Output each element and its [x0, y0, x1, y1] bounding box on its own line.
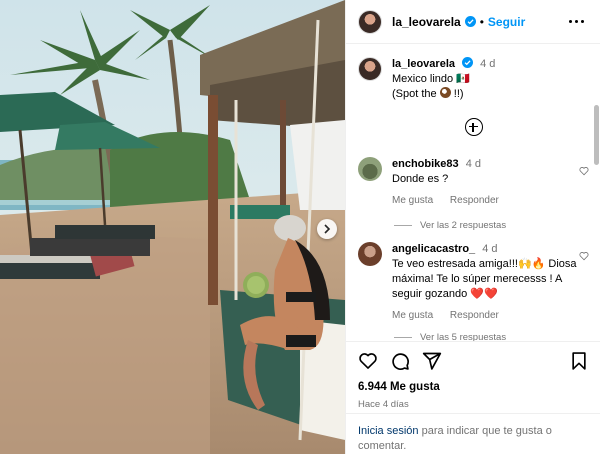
- view-replies-link[interactable]: Ver las 2 respuestas: [394, 220, 506, 231]
- comment-time: 4 d: [482, 243, 498, 255]
- post-caption: la_leovarela 4 d Mexico lindo 🇲🇽 (Spot t…: [346, 45, 600, 102]
- verified-badge-icon: [464, 16, 476, 27]
- commenter-avatar[interactable]: [358, 157, 382, 181]
- comment-text: Donde es ?: [392, 173, 449, 185]
- comment-text: Te veo estresada amiga!!!🙌🔥 Diosa máxima…: [392, 258, 577, 300]
- comment-item: enchobike83 4 d Donde es ? Me gusta Resp…: [346, 157, 600, 208]
- chevron-right-icon: [324, 224, 331, 234]
- comment-body: enchobike83 4 d Donde es ? Me gusta Resp…: [392, 157, 592, 208]
- like-heart-icon[interactable]: [358, 351, 378, 371]
- comment-like-link[interactable]: Me gusta: [392, 310, 433, 321]
- action-icons-row: [358, 350, 589, 372]
- comment-item: angelicacastro_ 4 d Te veo estresada ami…: [346, 242, 600, 323]
- comment-body: angelicacastro_ 4 d Te veo estresada ami…: [392, 242, 592, 323]
- likes-count[interactable]: 6.944 Me gusta: [358, 381, 589, 393]
- login-prompt: Inicia sesión para indicar que te gusta …: [346, 413, 600, 454]
- caption-line-2-prefix: (Spot the: [392, 88, 437, 100]
- share-send-icon[interactable]: [422, 351, 442, 371]
- comment-like-heart-icon[interactable]: [579, 166, 589, 176]
- separator-dot: •: [479, 14, 484, 29]
- posted-time: Hace 4 días: [358, 399, 409, 410]
- post-side-panel: la_leovarela • Seguir la_leovarela 4 d M…: [345, 0, 600, 454]
- author-avatar[interactable]: [358, 9, 382, 34]
- view-replies-link[interactable]: Ver las 5 respuestas: [394, 332, 506, 341]
- plus-circle-icon: [464, 118, 483, 136]
- comment-icon[interactable]: [390, 351, 410, 371]
- comment-meta: Me gusta Responder: [392, 193, 592, 208]
- author-username[interactable]: la_leovarela: [392, 15, 461, 29]
- comment-meta: Me gusta Responder: [392, 308, 592, 323]
- caption-line-1: Mexico lindo 🇲🇽: [392, 73, 470, 85]
- carousel-next-button[interactable]: [317, 219, 337, 239]
- follow-button[interactable]: Seguir: [488, 15, 525, 29]
- save-bookmark-icon[interactable]: [569, 351, 589, 371]
- comment-like-link[interactable]: Me gusta: [392, 195, 433, 206]
- verified-badge-icon: [462, 57, 474, 68]
- beach-photo-illustration: [0, 0, 345, 454]
- comments-scrollbar[interactable]: [594, 105, 599, 165]
- add-comment-button[interactable]: [346, 118, 600, 138]
- comment-like-heart-icon[interactable]: [579, 251, 589, 261]
- comment-reply-link[interactable]: Responder: [450, 195, 499, 206]
- comment-username[interactable]: angelicacastro_: [392, 243, 475, 255]
- post-header: la_leovarela • Seguir: [346, 0, 600, 44]
- login-link[interactable]: Inicia sesión: [358, 425, 419, 437]
- coconut-emoji-icon: [439, 87, 451, 98]
- more-options-icon[interactable]: [565, 16, 588, 27]
- comment-username[interactable]: enchobike83: [392, 158, 459, 170]
- caption-line-2: (Spot the !!): [392, 87, 589, 102]
- caption-body: la_leovarela 4 d Mexico lindo 🇲🇽 (Spot t…: [392, 57, 589, 102]
- commenter-avatar[interactable]: [358, 242, 382, 266]
- comments-section: la_leovarela 4 d Mexico lindo 🇲🇽 (Spot t…: [346, 45, 600, 341]
- comment-reply-link[interactable]: Responder: [450, 310, 499, 321]
- caption-time: 4 d: [480, 58, 496, 70]
- post-actions: 6.944 Me gusta Hace 4 días: [346, 341, 600, 410]
- post-photo[interactable]: [0, 0, 345, 454]
- caption-author-avatar[interactable]: [358, 57, 382, 81]
- caption-line-2-suffix: !!): [453, 88, 464, 100]
- comment-time: 4 d: [465, 158, 481, 170]
- caption-username[interactable]: la_leovarela: [392, 58, 455, 70]
